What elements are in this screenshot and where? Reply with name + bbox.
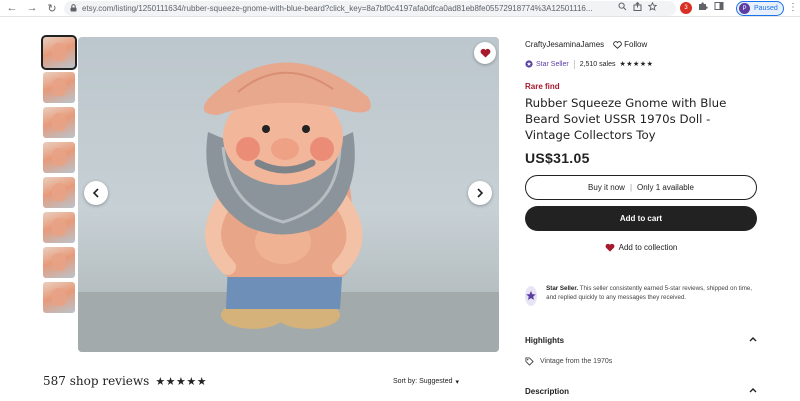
address-bar[interactable]: etsy.com/listing/1250111634/rubber-squee…	[64, 1, 676, 16]
buy-it-now-button[interactable]: Buy it now | Only 1 available	[525, 175, 757, 200]
reviews-count: 587 shop reviews	[43, 374, 150, 388]
divider	[573, 59, 575, 69]
profile-paused-button[interactable]: P Paused	[736, 1, 784, 16]
star-seller-info: Star Seller. This seller consistently ea…	[525, 284, 757, 306]
heart-outline-icon	[613, 40, 622, 49]
highlights-heading: Highlights	[525, 336, 565, 345]
thumbnail-list	[41, 35, 77, 317]
share-icon[interactable]	[633, 1, 642, 13]
thumbnail-5[interactable]	[43, 177, 75, 208]
url-actions	[618, 1, 658, 13]
shop-rating-stars[interactable]: ★★★★★	[620, 60, 654, 68]
seller-stats: Star Seller 2,510 sales ★★★★★	[525, 57, 757, 71]
sales-count: 2,510 sales	[579, 60, 616, 68]
shop-row: CraftyJesaminaJames Follow	[525, 37, 757, 52]
chevron-left-icon	[92, 188, 99, 198]
main-product-image[interactable]	[78, 37, 499, 352]
highlights-section: Highlights Vintage from the 1970s	[525, 336, 757, 366]
thumbnail-8[interactable]	[43, 282, 75, 313]
star-seller-icon	[525, 60, 533, 68]
thumbnail-6[interactable]	[43, 212, 75, 243]
thumbnail-4[interactable]	[43, 142, 75, 173]
search-icon[interactable]	[618, 2, 627, 13]
star-seller-bold: Star Seller.	[546, 285, 579, 292]
add-to-collection-label: Add to collection	[618, 242, 678, 252]
browser-toolbar: ← → ↻ etsy.com/listing/1250111634/rubber…	[0, 0, 800, 17]
follow-button[interactable]: Follow	[613, 40, 647, 49]
highlight-item: Vintage from the 1970s	[525, 357, 757, 366]
follow-label: Follow	[624, 40, 648, 49]
chevron-up-icon	[749, 337, 757, 342]
highlight-text: Vintage from the 1970s	[540, 358, 613, 365]
chevron-right-icon	[477, 188, 484, 198]
description-toggle[interactable]: Description	[525, 387, 757, 396]
listing-price: US$31.05	[525, 150, 590, 166]
sidepanel-icon[interactable]	[714, 1, 724, 14]
favorite-button[interactable]	[474, 42, 496, 64]
chevron-up-icon	[749, 388, 757, 393]
highlights-toggle[interactable]: Highlights	[525, 336, 757, 350]
vintage-tag-icon	[525, 357, 534, 366]
gnome-illustration	[78, 62, 499, 352]
caret-down-icon: ▾	[455, 379, 460, 386]
thumbnail-7[interactable]	[43, 247, 75, 278]
more-menu-icon[interactable]: ⋮	[788, 2, 798, 13]
thumbnail-1[interactable]	[41, 35, 77, 70]
forward-icon[interactable]: →	[24, 0, 40, 16]
rare-find-label: Rare find	[525, 82, 560, 91]
lock-icon	[70, 3, 77, 14]
thumbnail-3[interactable]	[43, 107, 75, 138]
heart-icon	[480, 48, 490, 58]
profile-status: Paused	[754, 5, 778, 12]
back-icon[interactable]: ←	[4, 0, 20, 16]
sort-dropdown[interactable]: Sort by: Suggested ▾	[393, 378, 459, 386]
puzzle-extensions-icon[interactable]	[698, 1, 708, 14]
divider: |	[629, 183, 633, 192]
bookmark-star-icon[interactable]	[647, 1, 658, 13]
listing-title: Rubber Squeeze Gnome with Blue Beard Sov…	[525, 96, 727, 142]
extensions-area: 3	[680, 1, 724, 14]
sort-label: Sort by: Suggested	[393, 378, 453, 385]
url-text: etsy.com/listing/1250111634/rubber-squee…	[82, 4, 593, 13]
add-to-cart-button[interactable]: Add to cart	[525, 206, 757, 231]
heart-icon	[605, 243, 615, 252]
avatar: P	[739, 3, 750, 14]
reload-icon[interactable]: ↻	[44, 0, 60, 16]
add-to-collection-button[interactable]: Add to collection	[525, 237, 757, 257]
shop-name-link[interactable]: CraftyJesaminaJames	[525, 40, 604, 49]
star-seller-label: Star Seller	[536, 60, 569, 68]
buy-now-label: Buy it now	[588, 183, 625, 192]
thumbnail-2[interactable]	[43, 72, 75, 103]
reviews-stars: ★★★★★	[155, 374, 208, 388]
description-heading: Description	[525, 387, 570, 396]
next-image-button[interactable]	[468, 181, 492, 205]
availability-text: Only 1 available	[637, 183, 694, 192]
star-seller-badge-icon	[525, 286, 538, 306]
shop-reviews-header: 587 shop reviews ★★★★★	[43, 374, 207, 388]
star-seller-badge[interactable]: Star Seller	[525, 60, 569, 68]
star-seller-description: Star Seller. This seller consistently ea…	[546, 284, 757, 306]
extension-badge-icon[interactable]: 3	[680, 1, 692, 14]
previous-image-button[interactable]	[84, 181, 108, 205]
listing-details: CraftyJesaminaJames Follow Star Seller 2…	[525, 37, 757, 257]
